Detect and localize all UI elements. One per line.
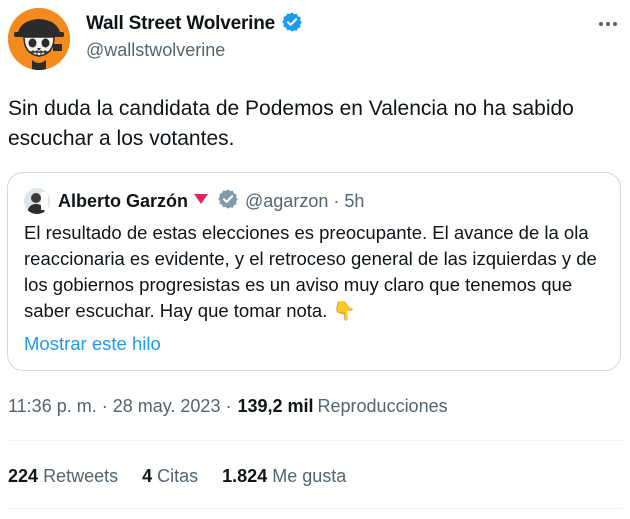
likes-label: Me gusta [272,466,347,486]
divider [8,440,622,441]
likes-stat[interactable]: 1.824 Me gusta [222,466,346,487]
tweet-text: Sin duda la candidata de Podemos en Vale… [8,97,574,150]
tweet-stats: 224 Retweets 4 Citas 1.824 Me gusta [8,466,346,487]
quoted-author-name[interactable]: Alberto Garzón [58,191,188,212]
retweets-count: 224 [8,466,39,486]
red-triangle-flag-icon [193,192,209,210]
tweet-timestamp[interactable]: 11:36 p. m. · 28 may. 2023 · [8,396,231,417]
author-name[interactable]: Wall Street Wolverine [86,13,275,35]
quoted-separator: · [333,190,340,211]
tweet-meta: 11:36 p. m. · 28 may. 2023 · 139,2 mil R… [8,396,448,417]
author-block: Wall Street Wolverine [86,11,303,38]
affiliate-badge-icon [217,188,239,215]
quoted-author-handle[interactable]: @agarzon [245,191,328,212]
quoted-tweet[interactable]: Alberto Garzón @agarzon · 5h El resultad… [7,172,621,371]
quoted-tweet-text: El resultado de estas elecciones es preo… [24,222,597,321]
quotes-stat[interactable]: 4 Citas [142,466,198,487]
wolverine-logo-icon [8,8,70,70]
divider [8,508,622,509]
quotes-label: Citas [157,466,199,486]
author-handle[interactable]: @wallstwolverine [86,40,225,61]
show-thread-link[interactable]: Mostrar este hilo [24,333,161,355]
retweets-stat[interactable]: 224 Retweets [8,466,118,487]
likes-count: 1.824 [222,466,268,486]
retweets-label: Retweets [43,466,119,486]
quoted-tweet-header: Alberto Garzón @agarzon · 5h [24,187,364,215]
avatar[interactable] [8,8,70,70]
quoted-avatar[interactable] [24,188,50,214]
views-label: Reproducciones [317,396,448,416]
quotes-count: 4 [142,466,153,486]
views-count: 139,2 mil [237,396,314,416]
verified-badge-icon [281,11,303,38]
quoted-time[interactable]: 5h [344,191,364,212]
more-options-icon[interactable] [596,14,620,34]
